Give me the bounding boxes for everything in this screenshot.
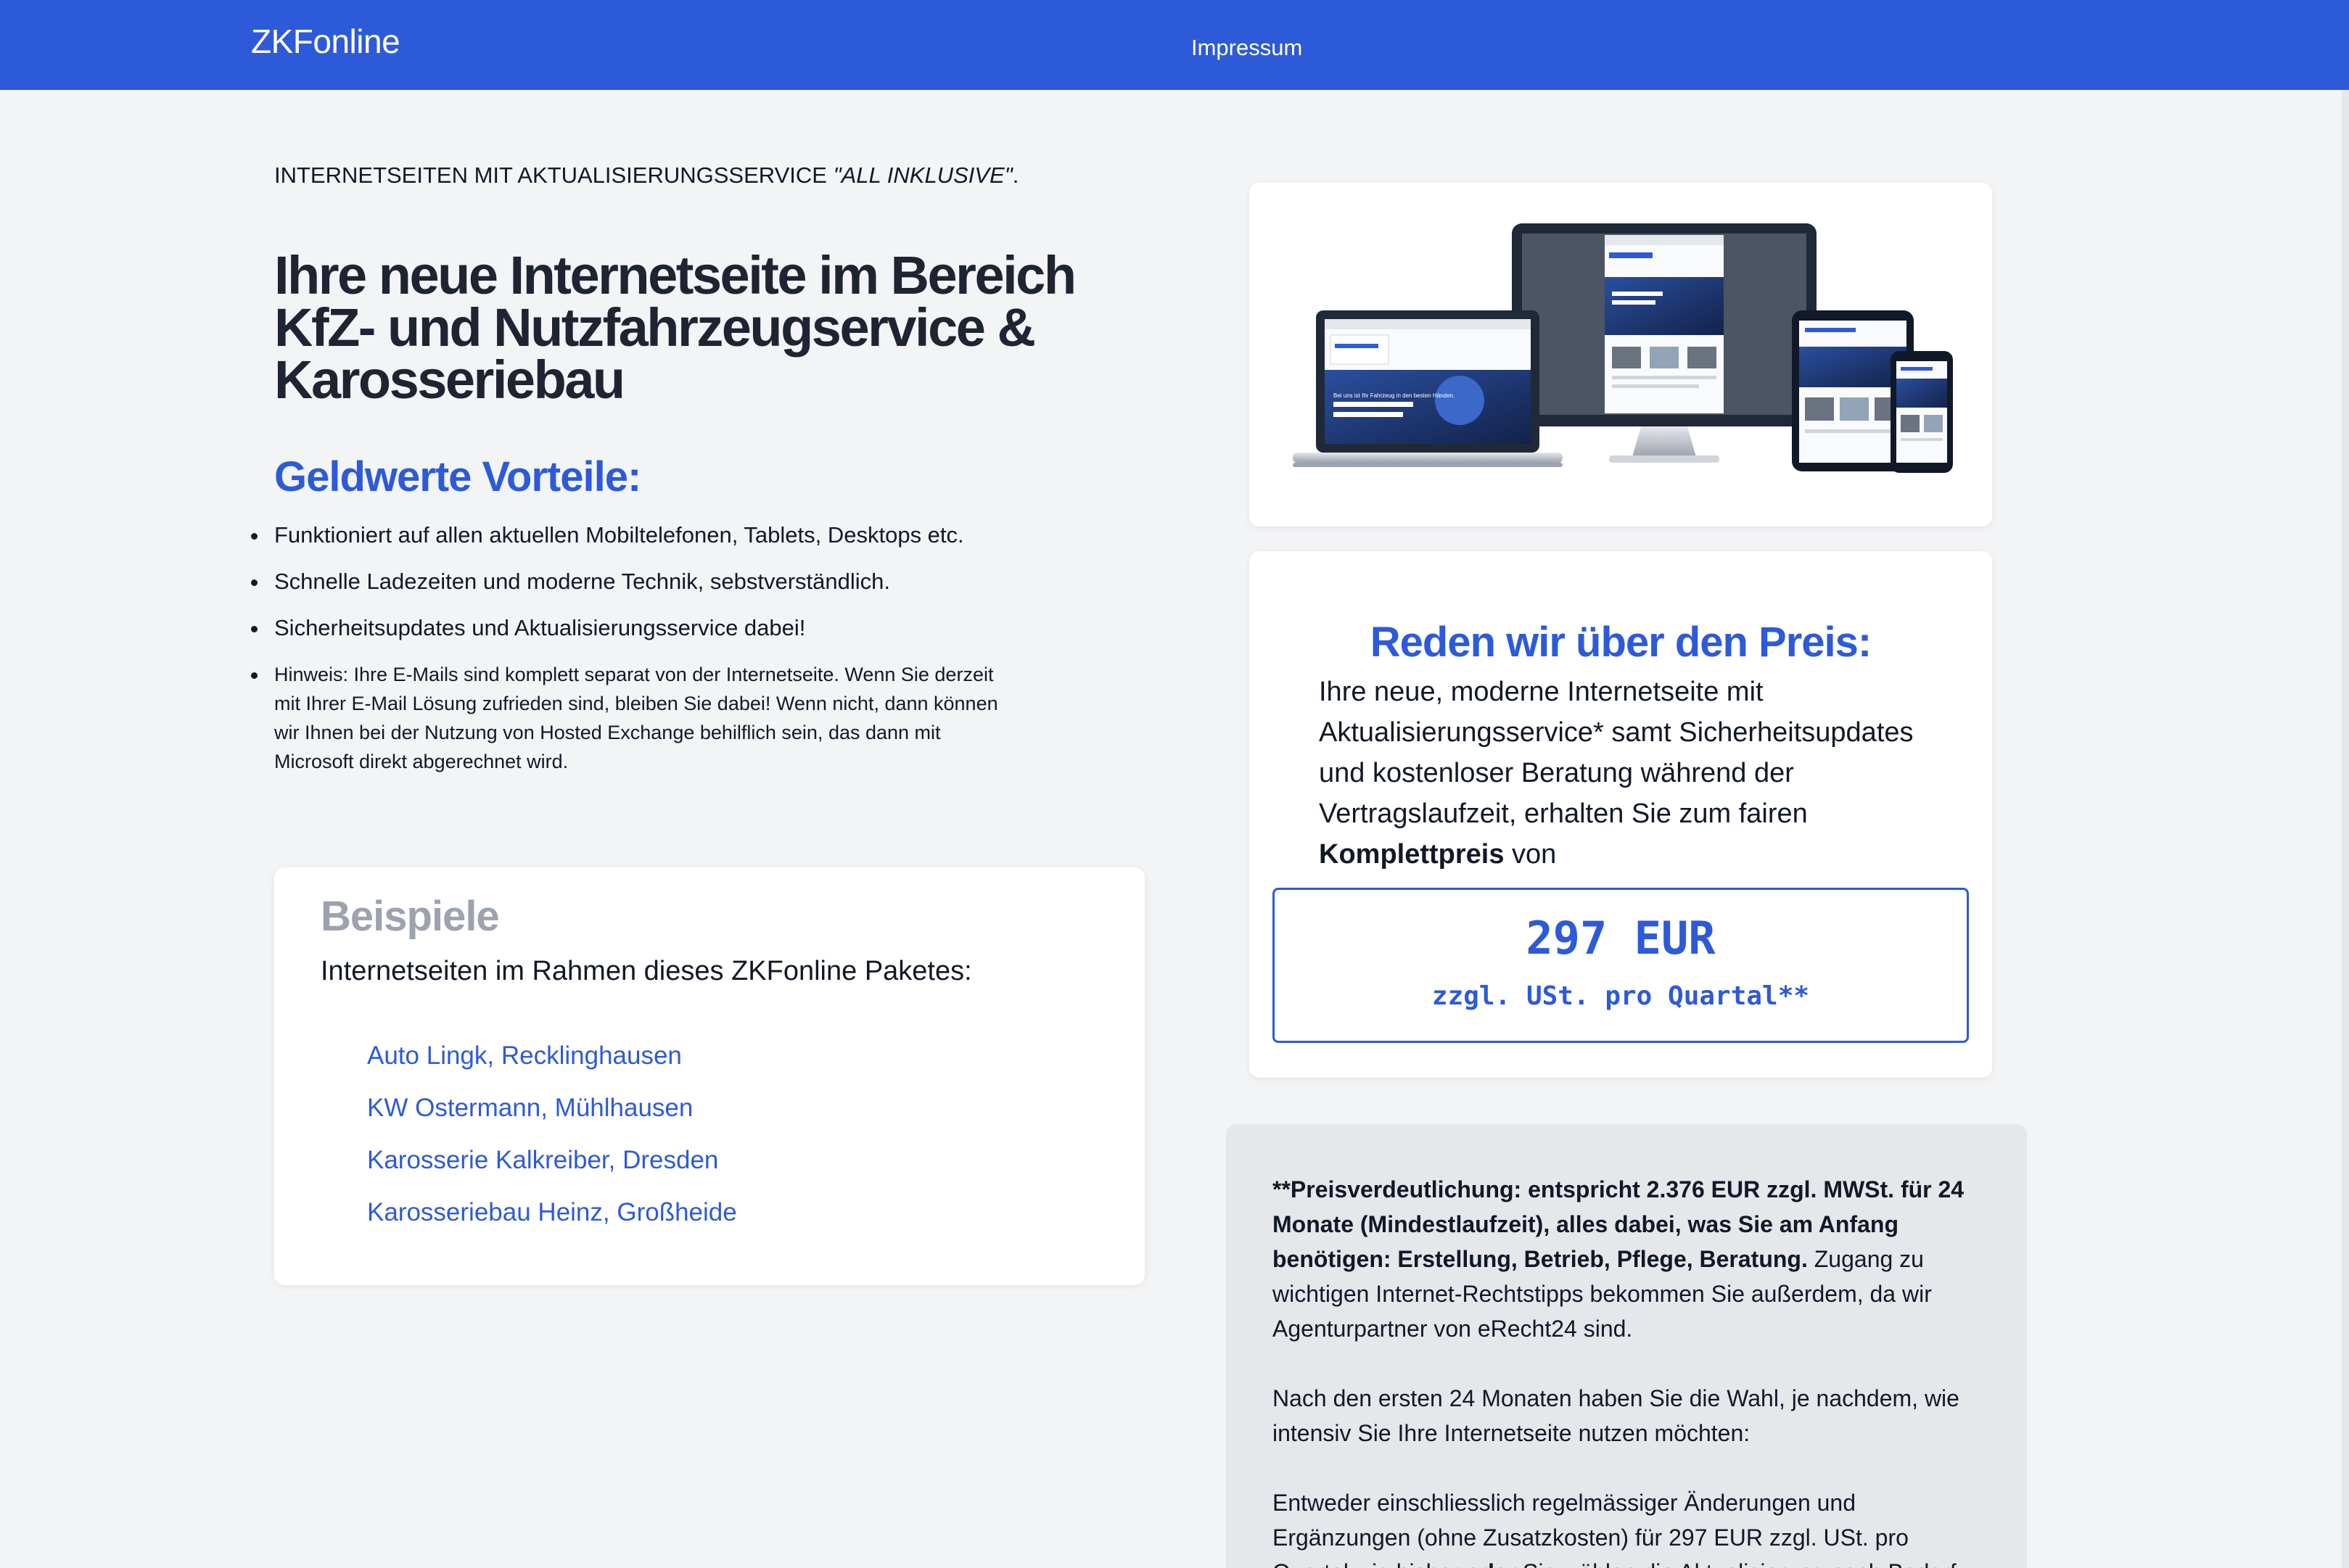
- price-info-paragraph-3: Entweder einschliesslich regelmässiger Ä…: [1272, 1485, 1983, 1568]
- price-option-text-end: Sie wählen die Aktualisierung nach Bedar…: [1516, 1559, 1957, 1568]
- price-box: 297 EUR zzgl. USt. pro Quartal**: [1272, 888, 1969, 1043]
- price-text-end: von: [1504, 839, 1557, 870]
- tagline-text: INTERNETSEITEN MIT AKTUALISIERUNGSSERVIC…: [274, 162, 834, 188]
- list-item: Karosseriebau Heinz, Großheide: [367, 1198, 737, 1250]
- list-item: Auto Lingk, Recklinghausen: [367, 1041, 737, 1094]
- price-option-text-start: Entweder einschliesslich regelmässiger Ä…: [1272, 1490, 1909, 1568]
- email-hint-item: Hinweis: Ihre E-Mails sind komplett sepa…: [251, 660, 1014, 776]
- list-item: Karosserie Kalkreiber, Dresden: [367, 1146, 737, 1198]
- price-info-paragraph-2: Nach den ersten 24 Monaten haben Sie die…: [1272, 1385, 1959, 1446]
- tagline-end: .: [1012, 162, 1019, 188]
- mockup-screen-headline: Bei uns ist Ihr Fahrzeug in den besten H…: [1333, 392, 1455, 399]
- examples-subtitle: Internetseiten im Rahmen dieses ZKFonlin…: [321, 956, 972, 986]
- laptop-icon: [1293, 310, 1563, 467]
- benefits-heading: Geldwerte Vorteile:: [274, 453, 641, 500]
- page-title-line-1: Ihre neue Internetseite im Bereich: [274, 245, 1077, 305]
- examples-card: Beispiele Internetseiten im Rahmen diese…: [274, 867, 1145, 1285]
- desktop-monitor-icon: [1512, 223, 1817, 463]
- responsive-devices-mockup-image: Bei uns ist Ihr Fahrzeug in den besten H…: [1293, 223, 1953, 473]
- price-text-start: Ihre neue, moderne Internetseite mit Akt…: [1319, 677, 1914, 829]
- page-scrollbar[interactable]: [2342, 90, 2349, 1568]
- nav-link-impressum[interactable]: Impressum: [1191, 35, 1302, 61]
- price-info-box: **Preisverdeutlichung: entspricht 2.376 …: [1226, 1124, 2027, 1568]
- page-title-line-2: KfZ- und Nutzfahrzeugservice &: [274, 297, 1036, 358]
- tagline-emphasis: "ALL INKLUSIVE": [833, 162, 1013, 188]
- page-title: Ihre neue Internetseite im Bereich KfZ- …: [274, 249, 1116, 407]
- example-link-karosserie-kalkreiber[interactable]: Karosserie Kalkreiber, Dresden: [367, 1146, 718, 1174]
- examples-link-list: Auto Lingk, Recklinghausen KW Ostermann,…: [367, 1041, 737, 1250]
- price-info-text: **Preisverdeutlichung: entspricht 2.376 …: [1272, 1172, 1983, 1568]
- example-link-kw-ostermann[interactable]: KW Ostermann, Mühlhausen: [367, 1094, 693, 1122]
- price-info-paragraph-1: **Preisverdeutlichung: entspricht 2.376 …: [1272, 1172, 1983, 1346]
- top-navbar: ZKFonline Impressum: [0, 0, 2349, 90]
- brand-logo-link[interactable]: ZKFonline: [251, 22, 400, 61]
- price-amount: 297 EUR: [1526, 912, 1716, 965]
- price-card: Reden wir über den Preis: Ihre neue, mod…: [1249, 551, 1992, 1078]
- example-link-karosseriebau-heinz[interactable]: Karosseriebau Heinz, Großheide: [367, 1198, 737, 1226]
- benefit-item: Funktioniert auf allen aktuellen Mobilte…: [251, 521, 1058, 550]
- benefit-item: Sicherheitsupdates und Aktualisierungsse…: [251, 614, 1058, 643]
- example-link-auto-lingk[interactable]: Auto Lingk, Recklinghausen: [367, 1041, 682, 1070]
- price-text-bold: Komplettpreis: [1319, 839, 1505, 870]
- list-item: KW Ostermann, Mühlhausen: [367, 1094, 737, 1146]
- price-heading: Reden wir über den Preis:: [1370, 619, 1872, 666]
- smartphone-icon: [1891, 351, 1953, 473]
- price-suffix: zzgl. USt. pro Quartal**: [1431, 981, 1810, 1011]
- devices-mockup-card: Bei uns ist Ihr Fahrzeug in den besten H…: [1249, 183, 1992, 527]
- tagline: INTERNETSEITEN MIT AKTUALISIERUNGSSERVIC…: [274, 162, 1019, 189]
- benefit-item: Schnelle Ladezeiten und moderne Technik,…: [251, 567, 1058, 596]
- benefits-list: Funktioniert auf allen aktuellen Mobilte…: [251, 521, 1058, 793]
- price-description: Ihre neue, moderne Internetseite mit Akt…: [1319, 672, 1943, 875]
- price-option-or: oder: [1466, 1559, 1516, 1568]
- page-title-line-3: Karosseriebau: [274, 350, 625, 410]
- examples-heading: Beispiele: [321, 893, 500, 940]
